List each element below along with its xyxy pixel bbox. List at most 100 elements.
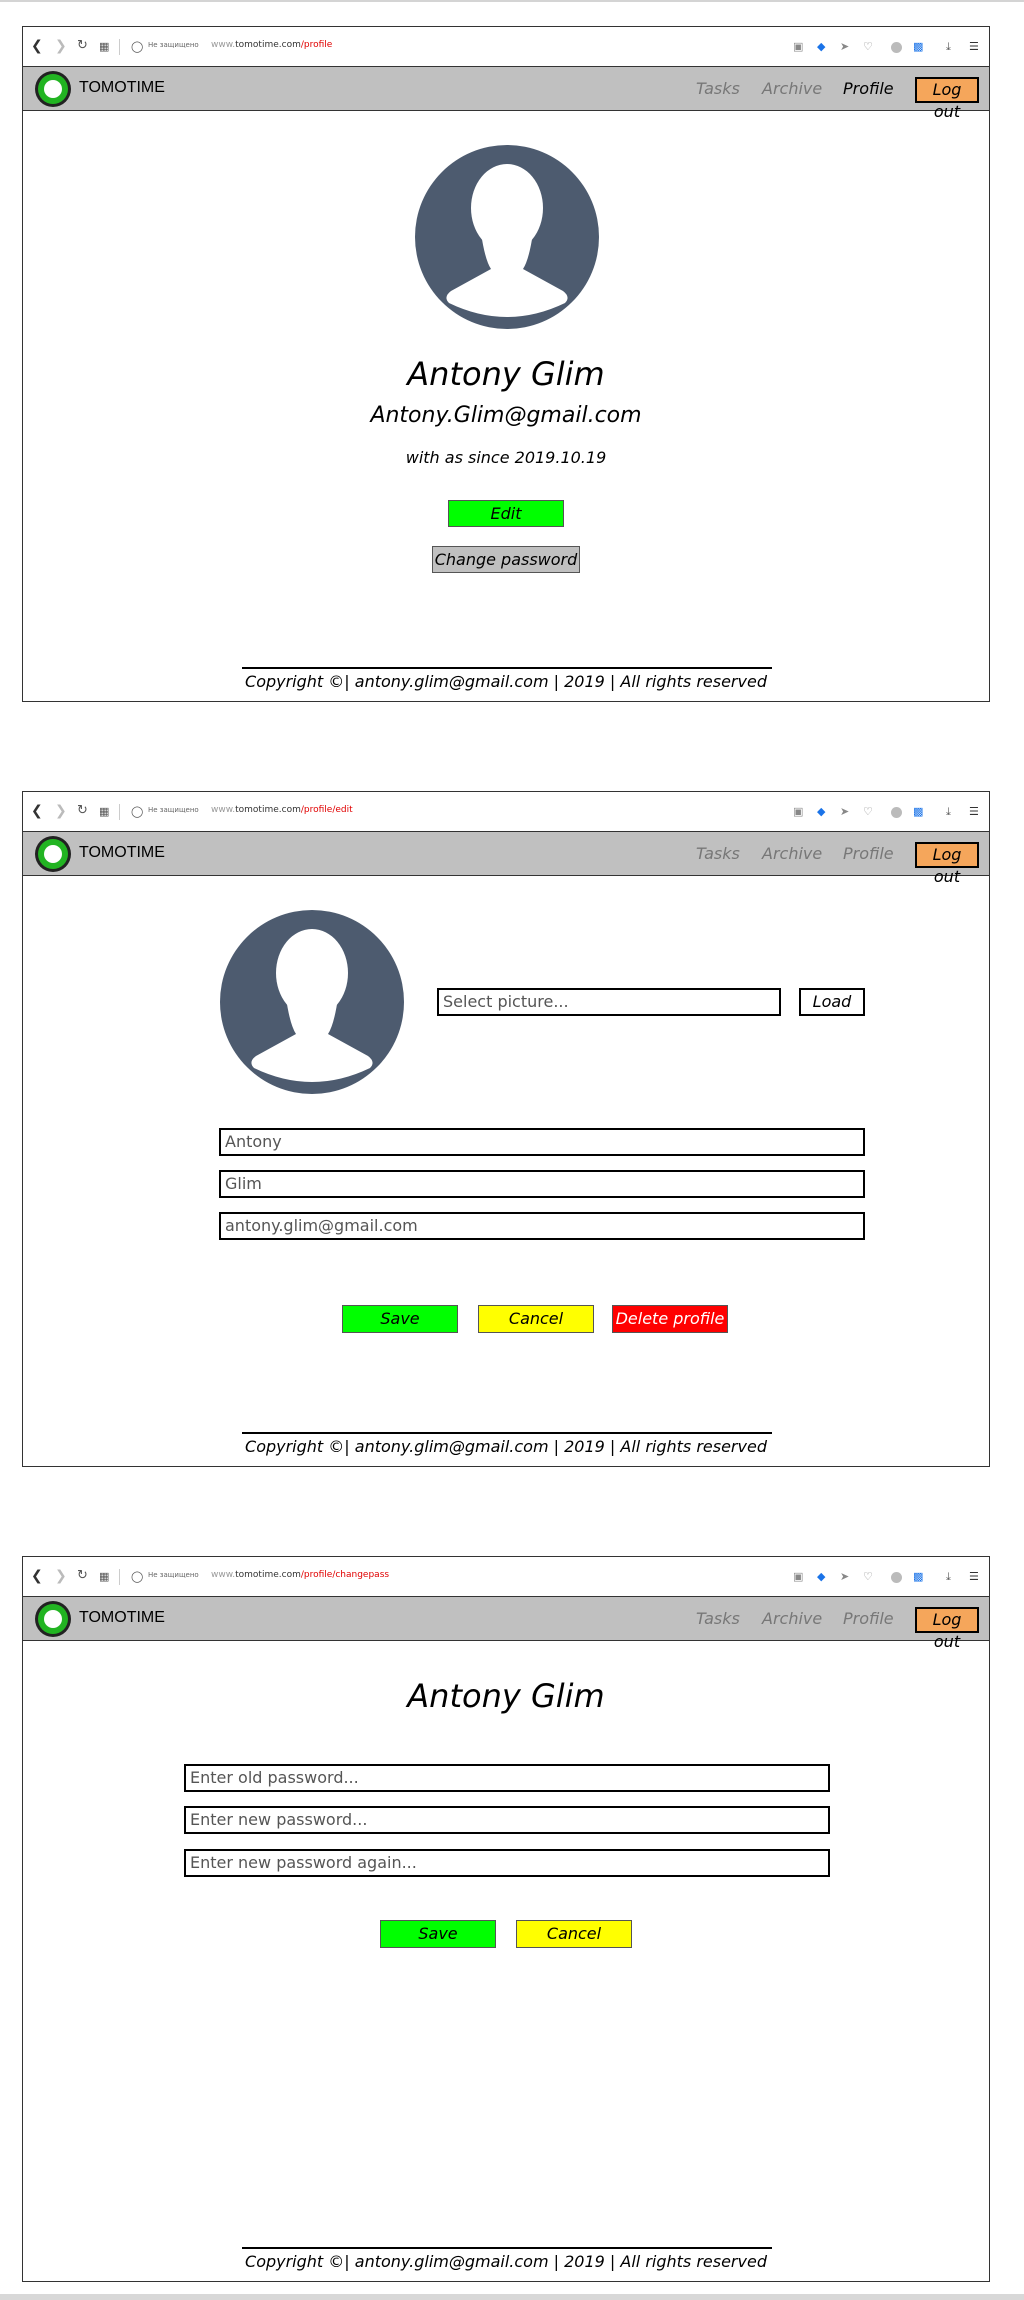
profile-name: Antony Glim bbox=[407, 355, 605, 393]
browser-toolbar: ❮ ❯ ↻ ▦ ◯ Не защищено www.tomotime.com/p… bbox=[23, 27, 989, 67]
heart-icon[interactable]: ♡ bbox=[863, 39, 873, 55]
nav-profile[interactable]: Profile bbox=[843, 79, 894, 98]
menu-icon[interactable]: ☰ bbox=[969, 1569, 979, 1585]
profile-dot-icon[interactable] bbox=[891, 1572, 902, 1583]
download-icon[interactable]: ⤓ bbox=[946, 804, 951, 820]
edit-button[interactable]: Edit bbox=[448, 500, 564, 527]
browser-toolbar: ❮ ❯ ↻ ▦ ◯ Не защищено www.tomotime.com/p… bbox=[23, 1557, 989, 1597]
download-icon[interactable]: ⤓ bbox=[946, 1569, 951, 1585]
footer-text: Copyright ©| antony.glim@gmail.com | 201… bbox=[245, 672, 767, 691]
footer-text: Copyright ©| antony.glim@gmail.com | 201… bbox=[245, 2252, 767, 2271]
email-field[interactable]: antony.glim@gmail.com bbox=[219, 1212, 865, 1240]
logo-icon[interactable] bbox=[35, 836, 71, 872]
reload-icon[interactable]: ↻ bbox=[77, 38, 88, 54]
reload-icon[interactable]: ↻ bbox=[77, 1568, 88, 1584]
grid-icon[interactable]: ▦ bbox=[99, 1569, 109, 1585]
grid-icon[interactable]: ▦ bbox=[99, 804, 109, 820]
bottom-border bbox=[0, 2294, 1024, 2300]
load-button[interactable]: Load bbox=[799, 988, 865, 1016]
shield-icon[interactable]: ◆ bbox=[817, 1569, 825, 1585]
translate-icon[interactable]: ▩ bbox=[913, 39, 923, 55]
send-icon[interactable]: ➤ bbox=[840, 1569, 849, 1585]
member-since: with as since 2019.10.19 bbox=[405, 448, 607, 467]
url-www: www. bbox=[211, 805, 236, 815]
globe-icon: ◯ bbox=[131, 805, 144, 818]
address-bar[interactable]: www.tomotime.com/profile bbox=[211, 40, 332, 50]
send-icon[interactable]: ➤ bbox=[840, 39, 849, 55]
camera-icon[interactable]: ▣ bbox=[793, 804, 803, 820]
nav-tasks[interactable]: Tasks bbox=[696, 79, 740, 98]
grid-icon[interactable]: ▦ bbox=[99, 39, 109, 55]
app-header: TOMOTIME Tasks Archive Profile Log out bbox=[23, 1597, 989, 1651]
back-icon[interactable]: ❮ bbox=[31, 803, 43, 819]
address-bar[interactable]: www.tomotime.com/profile/edit bbox=[211, 805, 353, 815]
send-icon[interactable]: ➤ bbox=[840, 804, 849, 820]
toolbar-divider bbox=[119, 39, 120, 55]
footer-divider bbox=[242, 2247, 772, 2249]
logout-button[interactable]: Log out bbox=[915, 77, 979, 121]
download-icon[interactable]: ⤓ bbox=[946, 39, 951, 55]
user-silhouette-icon bbox=[251, 929, 373, 1082]
forward-icon[interactable]: ❯ bbox=[55, 38, 67, 54]
heart-icon[interactable]: ♡ bbox=[863, 1569, 873, 1585]
insecure-label: Не защищено bbox=[148, 41, 199, 49]
insecure-label: Не защищено bbox=[148, 1571, 199, 1579]
profile-dot-icon[interactable] bbox=[891, 42, 902, 53]
browser-toolbar: ❮ ❯ ↻ ▦ ◯ Не защищено www.tomotime.com/p… bbox=[23, 792, 989, 832]
select-picture-input[interactable]: Select picture... bbox=[437, 988, 781, 1016]
logo-icon[interactable] bbox=[35, 1601, 71, 1637]
nav-tasks[interactable]: Tasks bbox=[696, 1609, 740, 1628]
nav-archive[interactable]: Archive bbox=[762, 844, 822, 863]
shield-icon[interactable]: ◆ bbox=[817, 804, 825, 820]
url-domain: tomotime.com bbox=[235, 40, 301, 50]
old-password-field[interactable]: Enter old password... bbox=[184, 1764, 830, 1792]
change-password-screen: ❮ ❯ ↻ ▦ ◯ Не защищено www.tomotime.com/p… bbox=[22, 1556, 990, 2282]
logout-button[interactable]: Log out bbox=[915, 1607, 979, 1651]
cancel-button[interactable]: Cancel bbox=[516, 1920, 632, 1948]
last-name-field[interactable]: Glim bbox=[219, 1170, 865, 1198]
camera-icon[interactable]: ▣ bbox=[793, 39, 803, 55]
menu-icon[interactable]: ☰ bbox=[969, 804, 979, 820]
menu-icon[interactable]: ☰ bbox=[969, 39, 979, 55]
app-title: TOMOTIME bbox=[79, 844, 165, 861]
cancel-button[interactable]: Cancel bbox=[478, 1305, 594, 1333]
app-title: TOMOTIME bbox=[79, 79, 165, 96]
footer-text: Copyright ©| antony.glim@gmail.com | 201… bbox=[245, 1437, 767, 1456]
nav-archive[interactable]: Archive bbox=[762, 79, 822, 98]
nav-profile[interactable]: Profile bbox=[843, 1609, 894, 1628]
logo-icon[interactable] bbox=[35, 71, 71, 107]
reload-icon[interactable]: ↻ bbox=[77, 803, 88, 819]
url-www: www. bbox=[211, 1570, 236, 1580]
url-path: /profile bbox=[300, 40, 333, 50]
profile-email: Antony.Glim@gmail.com bbox=[370, 403, 642, 428]
new-password-field[interactable]: Enter new password... bbox=[184, 1806, 830, 1834]
translate-icon[interactable]: ▩ bbox=[913, 1569, 923, 1585]
heart-icon[interactable]: ♡ bbox=[863, 804, 873, 820]
camera-icon[interactable]: ▣ bbox=[793, 1569, 803, 1585]
back-icon[interactable]: ❮ bbox=[31, 1568, 43, 1584]
first-name-field[interactable]: Antony bbox=[219, 1128, 865, 1156]
app-title: TOMOTIME bbox=[79, 1609, 165, 1626]
globe-icon: ◯ bbox=[131, 40, 144, 53]
nav-profile[interactable]: Profile bbox=[843, 844, 894, 863]
translate-icon[interactable]: ▩ bbox=[913, 804, 923, 820]
save-button[interactable]: Save bbox=[380, 1920, 496, 1948]
url-www: www. bbox=[211, 40, 236, 50]
logout-button[interactable]: Log out bbox=[915, 842, 979, 886]
save-button[interactable]: Save bbox=[342, 1305, 458, 1333]
delete-profile-button[interactable]: Delete profile bbox=[612, 1305, 728, 1333]
forward-icon[interactable]: ❯ bbox=[55, 803, 67, 819]
top-border bbox=[0, 0, 1024, 2]
profile-dot-icon[interactable] bbox=[891, 807, 902, 818]
avatar bbox=[415, 145, 599, 329]
url-domain: tomotime.com bbox=[235, 805, 301, 815]
nav-tasks[interactable]: Tasks bbox=[696, 844, 740, 863]
back-icon[interactable]: ❮ bbox=[31, 38, 43, 54]
shield-icon[interactable]: ◆ bbox=[817, 39, 825, 55]
nav-archive[interactable]: Archive bbox=[762, 1609, 822, 1628]
address-bar[interactable]: www.tomotime.com/profile/changepass bbox=[211, 1570, 389, 1580]
new-password-again-field[interactable]: Enter new password again... bbox=[184, 1849, 830, 1877]
user-silhouette-icon bbox=[446, 164, 568, 317]
change-password-button[interactable]: Change password bbox=[432, 546, 580, 573]
forward-icon[interactable]: ❯ bbox=[55, 1568, 67, 1584]
